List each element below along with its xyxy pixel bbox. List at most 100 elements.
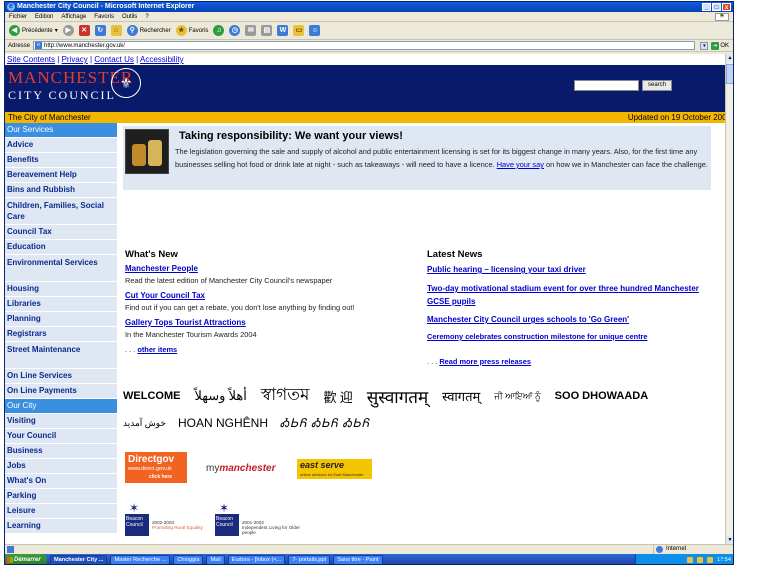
tray-icon[interactable] (707, 557, 713, 563)
accessibility-link[interactable]: Accessibility (140, 55, 184, 64)
window-title: Manchester City Council - Microsoft Inte… (17, 3, 195, 10)
site-logo-subtitle: CITY COUNCIL (8, 88, 116, 102)
sidebar-item[interactable]: Planning (5, 312, 117, 327)
sidebar-item[interactable]: Benefits (5, 153, 117, 168)
other-items-link[interactable]: other items (137, 345, 177, 354)
menu-file[interactable]: Fichier (9, 12, 27, 21)
favorites-button[interactable]: ★ Favoris (175, 25, 208, 36)
whats-new-link[interactable]: Cut Your Council Tax (125, 291, 205, 300)
eastserve-banner[interactable]: east serve online services for East Manc… (297, 459, 372, 479)
more-press-link[interactable]: Read more press releases (439, 357, 531, 366)
feature-tail: on how we in Manchester can face the cha… (543, 160, 708, 169)
mail-icon[interactable]: ✉ (245, 25, 257, 36)
sidebar-item[interactable]: Environmental Services (5, 255, 117, 282)
sidebar-item[interactable]: Learning (5, 519, 117, 534)
refresh-icon[interactable]: ↻ (94, 25, 106, 36)
welcome-somali: SOO DHOWAADA (554, 390, 649, 402)
latest-news-link[interactable]: Public hearing – licensing your taxi dri… (427, 265, 727, 274)
more-prefix: . . . (125, 345, 138, 354)
start-button[interactable]: Démarrer (5, 554, 47, 564)
messenger-icon[interactable]: ☺ (309, 25, 321, 36)
menu-view[interactable]: Affichage (61, 12, 86, 21)
address-input[interactable]: e http://www.manchester.gov.uk/ (33, 41, 696, 50)
address-bar: Adresse e http://www.manchester.gov.uk/ … (5, 40, 733, 52)
forward-arrow-icon[interactable]: ▶ (62, 25, 74, 36)
sidebar-item[interactable]: Education (5, 240, 117, 255)
stop-icon[interactable]: ✕ (78, 25, 90, 36)
whats-new-desc: Read the latest edition of Manchester Ci… (125, 276, 333, 285)
sidebar-item[interactable]: Jobs (5, 459, 117, 474)
directgov-banner[interactable]: Directgov www.direct.gov.uk click here (125, 452, 187, 483)
feature-image (125, 129, 169, 174)
scroll-thumb[interactable] (726, 64, 733, 84)
contact-us-link[interactable]: Contact Us (94, 55, 134, 64)
taskbar-task[interactable]: Sans titre - Paint (333, 555, 383, 564)
maximize-button[interactable]: □ (712, 3, 721, 11)
sidebar-item[interactable]: Visiting (5, 414, 117, 429)
city-strip: The City of Manchester Updated on 19 Oct… (5, 112, 733, 123)
tray-icon[interactable] (697, 557, 703, 563)
sidebar-item[interactable]: On Line Services (5, 369, 117, 384)
sidebar-section-heading[interactable]: Our Services (5, 123, 117, 138)
menu-edit[interactable]: Edition (35, 12, 53, 21)
whats-new-link[interactable]: Manchester People (125, 264, 198, 273)
sidebar-item[interactable]: Advice (5, 138, 117, 153)
privacy-link[interactable]: Privacy (62, 55, 88, 64)
taskbar-task[interactable]: 7- portails.ppt (288, 555, 331, 564)
scroll-down-icon[interactable]: ▼ (726, 536, 733, 544)
address-dropdown-icon[interactable]: ▾ (700, 41, 709, 50)
sidebar-item[interactable]: Children, Families, Social Care (5, 198, 117, 225)
history-icon[interactable]: ◷ (229, 25, 241, 36)
sidebar-item[interactable]: Housing (5, 282, 117, 297)
beacon-star-icon: ✶ (219, 501, 230, 515)
scroll-up-icon[interactable]: ▲ (726, 54, 733, 62)
window-controls: _ □ x (702, 3, 731, 11)
tray-icon[interactable] (687, 557, 693, 563)
have-your-say-link[interactable]: Have your say (497, 160, 544, 169)
beacon-council-badge[interactable]: ✶ Beacon Council 2001-2002 Independent L… (215, 502, 303, 536)
menu-help[interactable]: ? (145, 12, 148, 21)
sidebar-item[interactable]: Libraries (5, 297, 117, 312)
beacon-council-badge[interactable]: ✶ Beacon Council 2002-2003 Promoting Rur… (125, 502, 213, 536)
minimize-button[interactable]: _ (702, 3, 711, 11)
close-button[interactable]: x (722, 3, 731, 11)
menu-tools[interactable]: Outils (122, 12, 137, 21)
latest-news-link[interactable]: Ceremony celebrates construction milesto… (427, 332, 727, 341)
media-icon[interactable]: ♫ (213, 25, 225, 36)
site-contents-link[interactable]: Site Contents (7, 55, 55, 64)
taskbar-task[interactable]: Mail (206, 555, 225, 564)
sidebar-item[interactable]: Parking (5, 489, 117, 504)
vertical-scrollbar[interactable]: ▲ ▼ (725, 54, 733, 544)
latest-news-link[interactable]: Two-day motivational stadium event for o… (427, 282, 707, 308)
site-search-button[interactable]: search (642, 80, 672, 91)
edit-icon[interactable]: W (277, 25, 289, 36)
taskbar-task[interactable]: Master Recherche ... (110, 555, 171, 564)
sidebar-item[interactable]: Business (5, 444, 117, 459)
sidebar-item[interactable]: Bereavement Help (5, 168, 117, 183)
site-search-input[interactable] (574, 80, 639, 91)
sidebar-item[interactable]: Street Maintenance (5, 342, 117, 369)
menu-favorites[interactable]: Favoris (94, 12, 114, 21)
updated-date: Updated on 19 October 2004 (627, 113, 731, 122)
search-button[interactable]: ⚲ Rechercher (126, 25, 171, 36)
sidebar-item[interactable]: What's On (5, 474, 117, 489)
mymanchester-logo[interactable]: mymanchester (206, 463, 275, 474)
go-label: OK (720, 42, 729, 49)
sidebar-item[interactable]: Bins and Rubbish (5, 183, 117, 198)
home-icon[interactable]: ⌂ (110, 25, 122, 36)
back-button[interactable]: ◀ Précédente ▾ (9, 25, 58, 36)
print-icon[interactable]: ▤ (261, 25, 273, 36)
whats-new-link[interactable]: Gallery Tops Tourist Attractions (125, 318, 246, 327)
taskbar-task[interactable]: Manchester City ... (50, 555, 108, 564)
go-button[interactable]: ➜ OK (711, 41, 729, 50)
taskbar-task[interactable]: Chioggia (173, 555, 204, 564)
taskbar-task[interactable]: Eudora - [Inbox (<... (227, 555, 286, 564)
sidebar-item[interactable]: Registrars (5, 327, 117, 342)
sidebar-item[interactable]: Your Council (5, 429, 117, 444)
sidebar-item[interactable]: Council Tax (5, 225, 117, 240)
folder-icon[interactable]: ▭ (293, 25, 305, 36)
sidebar-section-heading[interactable]: Our City (5, 399, 117, 414)
sidebar-item[interactable]: Leisure (5, 504, 117, 519)
sidebar-item[interactable]: On Line Payments (5, 384, 117, 399)
latest-news-link[interactable]: Manchester City Council urges schools to… (427, 315, 727, 324)
